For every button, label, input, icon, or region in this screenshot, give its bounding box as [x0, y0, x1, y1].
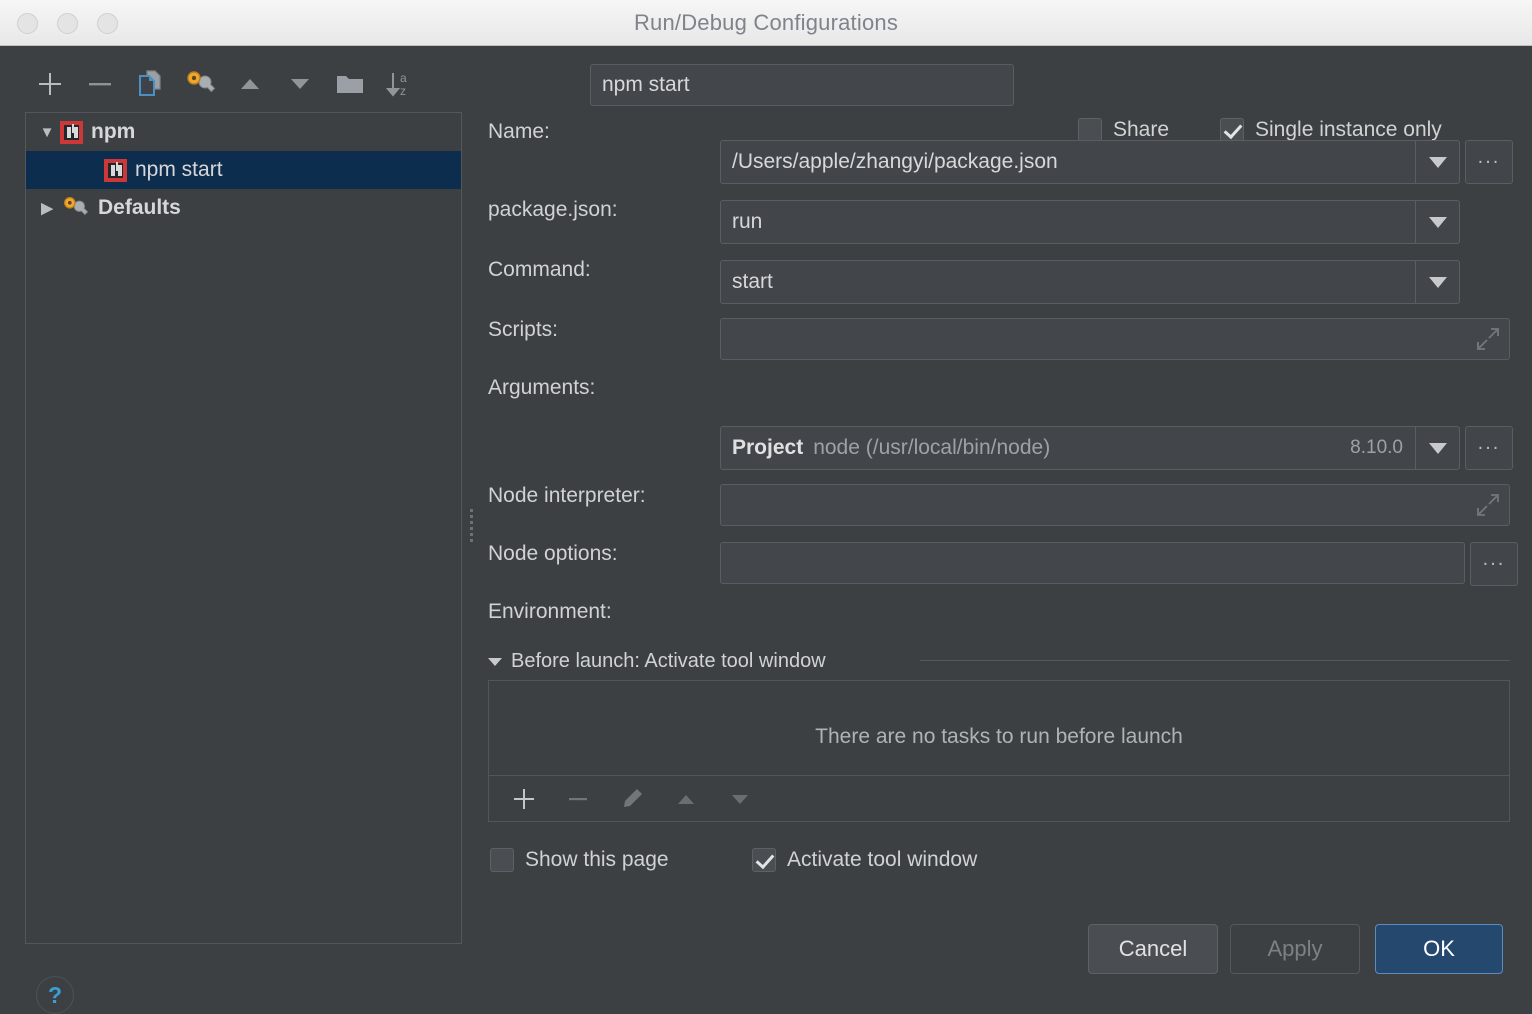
node-interpreter-label: Node interpreter: [488, 484, 646, 507]
wrench-gear-icon [60, 195, 90, 221]
before-launch-title: Before launch: Activate tool window [511, 650, 826, 672]
activate-tool-window-checkbox[interactable] [752, 848, 776, 872]
node-interpreter-version: 8.10.0 [1350, 437, 1403, 458]
add-task-button[interactable] [501, 779, 547, 819]
help-button[interactable]: ? [36, 976, 74, 1014]
copy-configuration-button[interactable] [125, 62, 175, 106]
environment-label: Environment: [488, 600, 612, 623]
apply-button[interactable]: Apply [1230, 924, 1360, 974]
tree-item-defaults[interactable]: ▶ Defaults [26, 189, 461, 227]
configurations-tree[interactable]: ▼ npm npm start ▶ Defaults [25, 112, 462, 944]
arguments-label: Arguments: [488, 376, 596, 399]
tree-item-label: npm [91, 120, 136, 143]
scripts-value[interactable]: start [721, 270, 1415, 294]
expander-right-icon[interactable]: ▶ [34, 199, 60, 217]
environment-browse-button[interactable]: ... [1470, 542, 1518, 586]
share-checkbox[interactable] [1078, 118, 1102, 142]
svg-text:a: a [400, 71, 407, 85]
before-launch-tasks-box: There are no tasks to run before launch [488, 680, 1510, 822]
single-instance-checkbox-row[interactable]: Single instance only [1220, 118, 1442, 142]
chevron-down-icon[interactable] [1415, 141, 1459, 183]
before-launch-empty-message: There are no tasks to run before launch [815, 725, 1183, 748]
command-combo[interactable]: run [720, 200, 1460, 244]
sort-button[interactable]: a z [375, 62, 425, 106]
configurations-left-pane: a z ▼ npm npm start ▶ Defaults ? [0, 46, 473, 1014]
tree-item-npm[interactable]: ▼ npm [26, 113, 461, 151]
run-debug-configurations-dialog: a z ▼ npm npm start ▶ Defaults ? Name: n… [0, 46, 1532, 1014]
collapse-triangle-icon[interactable] [488, 657, 502, 666]
before-launch-divider [920, 660, 1510, 661]
package-json-value[interactable]: /Users/apple/zhangyi/package.json [721, 150, 1415, 174]
package-json-browse-button[interactable]: ... [1465, 140, 1513, 184]
pencil-icon [609, 779, 655, 819]
chevron-down-icon[interactable] [1415, 201, 1459, 243]
svg-text:z: z [400, 84, 406, 98]
node-options-label: Node options: [488, 542, 618, 565]
expander-down-icon[interactable]: ▼ [34, 124, 60, 141]
tree-toolbar: a z [25, 60, 445, 108]
activate-tool-window-label: Activate tool window [787, 848, 978, 871]
move-down-button[interactable] [275, 62, 325, 106]
name-input[interactable]: npm start [590, 64, 1014, 106]
single-instance-checkbox[interactable] [1220, 118, 1244, 142]
node-interpreter-path: node (/usr/local/bin/node) [813, 436, 1051, 459]
command-label: Command: [488, 258, 591, 281]
remove-configuration-button[interactable] [75, 62, 125, 106]
node-interpreter-scope: Project [732, 436, 804, 459]
node-interpreter-value: Project node (/usr/local/bin/node) 8.10.… [721, 436, 1415, 460]
scripts-label: Scripts: [488, 318, 559, 341]
share-checkbox-row[interactable]: Share [1078, 118, 1169, 142]
show-this-page-row[interactable]: Show this page [490, 848, 669, 872]
move-task-up-button [663, 779, 709, 819]
chevron-down-icon[interactable] [1415, 427, 1459, 469]
expand-editor-icon[interactable] [1477, 328, 1499, 350]
tree-item-label: npm start [135, 158, 223, 181]
configuration-editor-pane: Name: npm start Share Single instance on… [470, 46, 1532, 996]
cancel-button[interactable]: Cancel [1088, 924, 1218, 974]
move-task-down-button [717, 779, 763, 819]
add-configuration-button[interactable] [25, 62, 75, 106]
node-interpreter-browse-button[interactable]: ... [1465, 426, 1513, 470]
create-folder-button[interactable] [325, 62, 375, 106]
tree-item-npm-start[interactable]: npm start [26, 151, 461, 189]
environment-input[interactable] [720, 542, 1465, 584]
ok-button[interactable]: OK [1375, 924, 1503, 974]
activate-tool-window-row[interactable]: Activate tool window [752, 848, 977, 872]
share-label: Share [1113, 118, 1170, 141]
single-instance-label: Single instance only [1255, 118, 1442, 141]
npm-icon [104, 158, 127, 182]
window-title: Run/Debug Configurations [633, 10, 899, 35]
scripts-combo[interactable]: start [720, 260, 1460, 304]
command-value[interactable]: run [721, 210, 1415, 234]
remove-task-button [555, 779, 601, 819]
show-this-page-label: Show this page [525, 848, 669, 871]
package-json-combo[interactable]: /Users/apple/zhangyi/package.json [720, 140, 1460, 184]
expand-editor-icon[interactable] [1477, 494, 1499, 516]
move-up-button[interactable] [225, 62, 275, 106]
package-json-label: package.json: [488, 198, 618, 221]
before-launch-toolbar [489, 775, 1509, 821]
tree-item-label: Defaults [98, 196, 181, 219]
window-title-bar: Run/Debug Configurations [0, 0, 1532, 46]
name-label: Name: [488, 120, 550, 143]
npm-icon [60, 120, 83, 144]
show-this-page-checkbox[interactable] [490, 848, 514, 872]
arguments-input[interactable] [720, 318, 1510, 360]
node-options-input[interactable] [720, 484, 1510, 526]
node-interpreter-combo[interactable]: Project node (/usr/local/bin/node) 8.10.… [720, 426, 1460, 470]
before-launch-header[interactable]: Before launch: Activate tool window [488, 650, 826, 673]
chevron-down-icon[interactable] [1415, 261, 1459, 303]
edit-defaults-button[interactable] [175, 62, 225, 106]
